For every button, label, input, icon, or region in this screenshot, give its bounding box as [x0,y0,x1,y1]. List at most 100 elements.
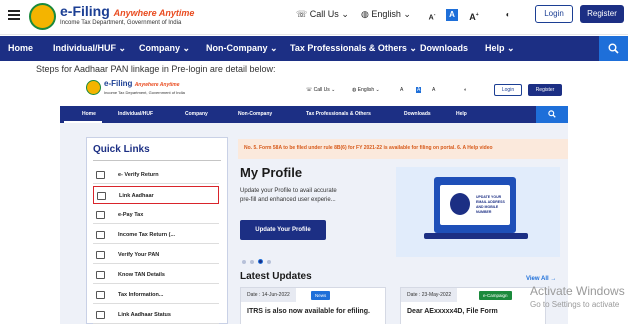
activate-windows-title: Activate Windows [530,284,625,298]
emblem-icon [29,3,56,30]
nav-item-help[interactable]: Help ⌄ [485,43,515,54]
activate-windows-subtitle: Go to Settings to activate [530,300,620,309]
card-icon [96,271,105,279]
laptop-screen: UPDATE YOUR EMAIL ADDRESS AND MOBILE NUM… [440,185,510,225]
screenshot-search-button [536,106,568,123]
quick-link-e-verify-return: e- Verify Return [93,166,219,184]
laptop-base [424,233,528,239]
update-badge: News [311,291,331,300]
document-icon [96,231,105,239]
id-card-icon [97,192,106,200]
nav-item-downloads[interactable]: Downloads [420,43,468,53]
update-card: Date : 14-Jun-2022 News ITRS is also now… [240,287,386,324]
screenshot-nav-home: Home [82,111,96,117]
carousel-dot [250,260,254,264]
screenshot-nav-individual: Individual/HUF [118,111,153,117]
carousel-dot [242,260,246,264]
chevron-down-icon: ⌄ [341,9,349,19]
update-text: Dear AExxxxx4D, File Form [407,308,498,315]
font-decrease-button[interactable]: A- [426,9,438,21]
carousel-dot [267,260,271,264]
globe-icon: ◍ [361,9,369,19]
phone-icon: ☏ [296,9,308,19]
menu-icon[interactable] [8,10,20,20]
nav-item-tax-professionals[interactable]: Tax Professionals & Others ⌄ [290,43,417,54]
nav-item-company[interactable]: Company ⌄ [139,43,190,54]
chevron-down-icon: ⌄ [507,43,515,53]
card-check-icon [96,251,105,259]
login-button[interactable]: Login [535,5,573,23]
view-all-link: View All → [526,276,557,282]
screenshot-body: Quick Links e- Verify Return Link Aadhaa… [60,123,568,324]
chevron-down-icon: ⌄ [270,43,278,53]
document-check-icon [96,171,105,179]
screenshot-header: e-Filing Anywhere Anytime Income Tax Dep… [56,74,572,104]
update-date: Date : 23-May-2022 [401,288,458,302]
profile-illustration: UPDATE YOUR EMAIL ADDRESS AND MOBILE NUM… [396,167,560,257]
update-card: Date : 23-May-2022 e-Campaign Dear AExxx… [400,287,546,324]
quick-link-know-tan: Know TAN Details [93,266,219,284]
emblem-icon [86,80,101,95]
quick-link-e-pay-tax: e-Pay Tax [93,206,219,224]
quick-links-panel: Quick Links e- Verify Return Link Aadhaa… [86,137,228,324]
quick-link-link-aadhaar: Link Aadhaar [93,186,219,204]
chevron-down-icon: ⌄ [182,43,191,53]
top-bar: e-Filing Anywhere Anytime Income Tax Dep… [0,0,628,35]
call-us-dropdown[interactable]: ☏ Call Us ⌄ [296,9,349,20]
logo-title: e-Filing Anywhere Anytime [60,3,195,19]
screenshot-nav: Home Individual/HUF Company Non-Company … [60,106,568,123]
quick-link-tax-information: Tax Information... [93,286,219,304]
language-dropdown[interactable]: ◍ English ⌄ [361,9,411,20]
font-increase-button[interactable]: A+ [468,9,480,22]
search-icon [608,43,619,54]
link-icon [96,311,105,319]
search-icon [548,110,556,118]
arrow-right-icon: → [550,276,557,282]
payment-icon [96,211,105,219]
info-icon [96,291,105,299]
update-profile-button: Update Your Profile [240,220,326,240]
illustration-text: UPDATE YOUR EMAIL ADDRESS AND MOBILE NUM… [476,195,505,214]
chevron-down-icon: ⌄ [403,9,411,19]
chevron-down-icon: ⌄ [409,43,417,53]
chevron-down-icon: ⌄ [118,43,127,53]
search-button[interactable] [599,36,628,61]
profile-description: Update your Profile to avail accurate pr… [240,188,337,203]
quick-link-verify-pan: Verify Your PAN [93,246,219,264]
screenshot-nav-non-company: Non-Company [238,111,273,117]
site-logo[interactable]: e-Filing Anywhere Anytime Income Tax Dep… [29,3,199,31]
nav-item-non-company[interactable]: Non-Company ⌄ [206,43,278,54]
announcement-ticker: No. 5. Form 58A to be filed under rule 8… [238,139,568,159]
screenshot-font-default: A [416,87,422,93]
screenshot-nav-company: Company [185,111,208,117]
main-nav: Home Individual/HUF ⌄ Company ⌄ Non-Comp… [0,36,628,61]
steps-text: Steps for Aadhaar PAN linkage in Pre-log… [36,64,276,74]
font-default-button[interactable]: A [446,9,458,21]
carousel-dot-active [258,259,263,264]
embedded-screenshot: e-Filing Anywhere Anytime Income Tax Dep… [56,74,572,324]
screenshot-login-button: Login [494,84,522,96]
screenshot-logo-subtitle: Income Tax Department, Government of Ind… [104,90,185,95]
screenshot-nav-help: Help [456,111,467,117]
update-date: Date : 14-Jun-2022 [241,288,296,302]
update-text: ITRS is also now available for efiling. [247,308,370,315]
user-avatar-icon [450,193,470,215]
screenshot-nav-tax-professionals: Tax Professionals & Others [306,111,371,117]
nav-item-home[interactable]: Home [8,43,33,53]
nav-item-individual-huf[interactable]: Individual/HUF ⌄ [53,43,126,54]
register-button[interactable]: Register [580,5,624,23]
screenshot-font-large: A [432,87,436,93]
quick-links-title: Quick Links [93,144,150,155]
carousel-dots [242,251,275,269]
screenshot-nav-downloads: Downloads [404,111,431,117]
screenshot-font-small: A [400,87,404,93]
screenshot-call-us: ☏ Call Us ⌄ [306,87,336,93]
latest-updates-title: Latest Updates [240,271,312,282]
divider [93,160,221,161]
update-badge: e-Campaign [479,291,512,300]
contrast-icon[interactable]: ◐ [502,9,514,21]
screenshot-language: ◍ English ⌄ [352,87,380,93]
logo-subtitle: Income Tax Department, Government of Ind… [60,20,182,26]
screenshot-logo-title: e-Filing Anywhere Anytime [104,79,180,88]
profile-title: My Profile [240,165,303,180]
